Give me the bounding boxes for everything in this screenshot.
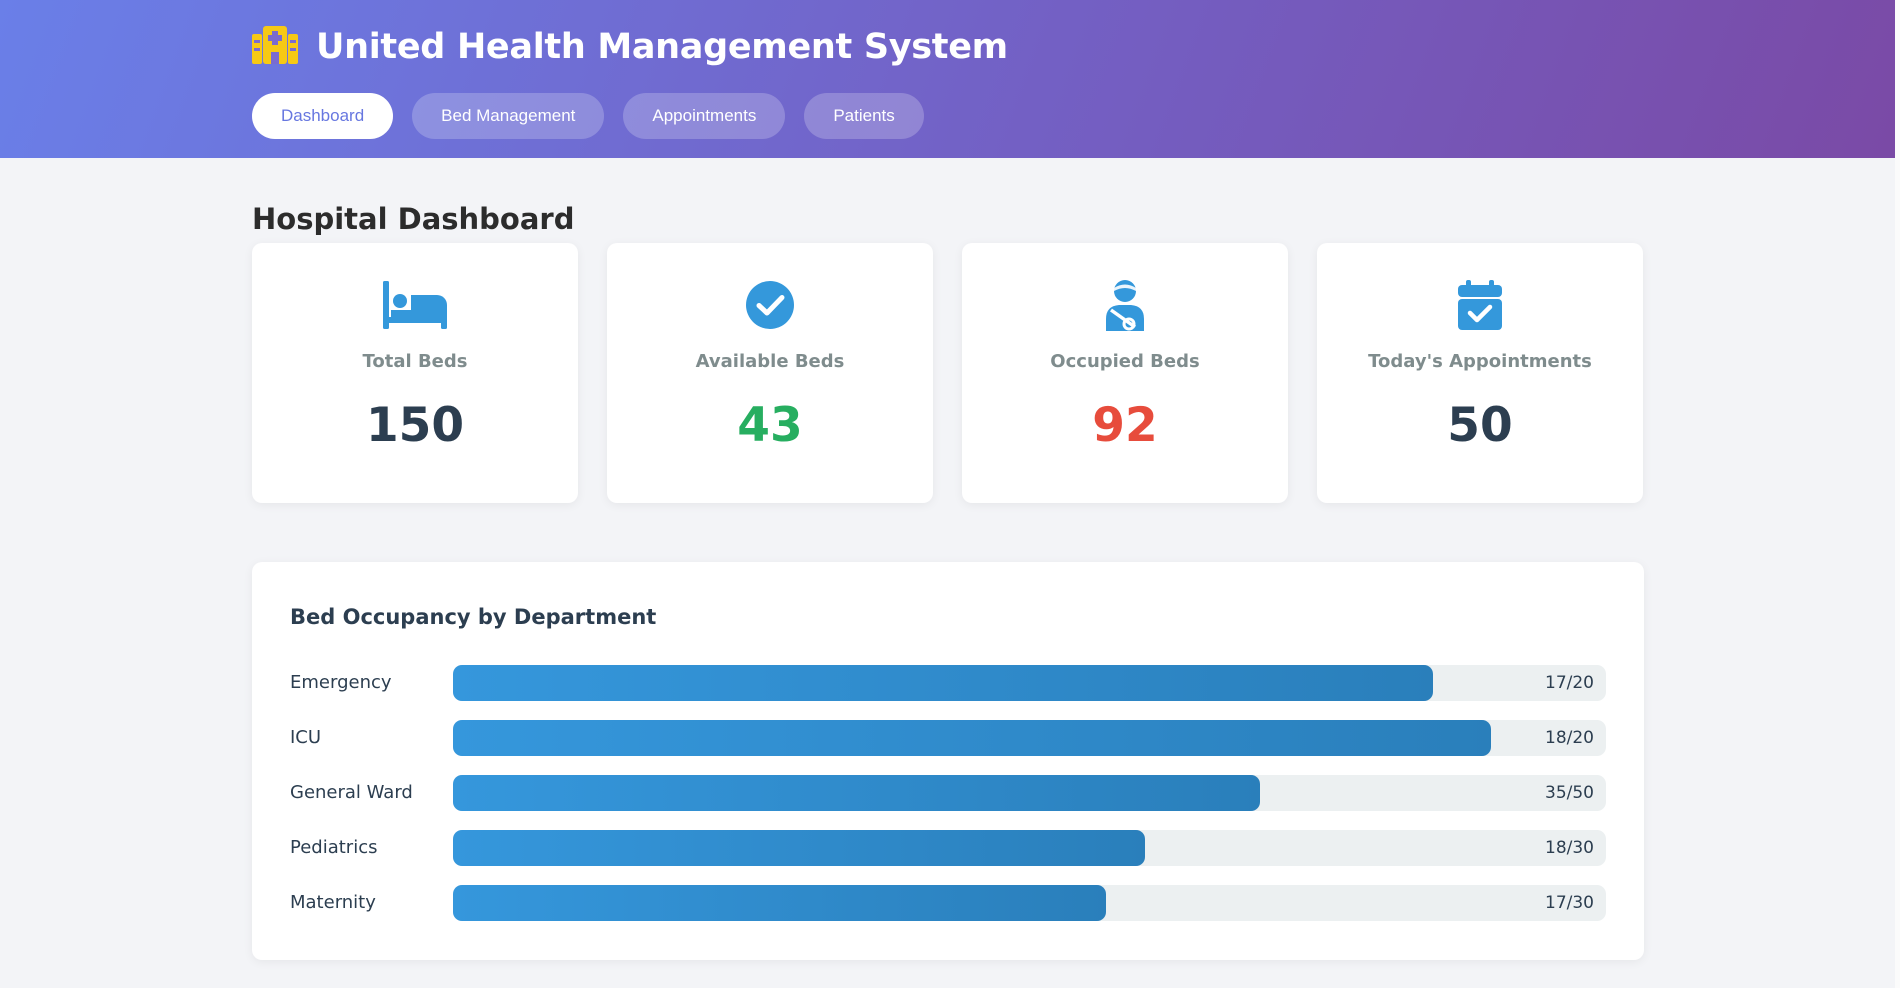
occupancy-row-maternity: Maternity 17/30 [290, 885, 1606, 921]
stat-value-available-beds: 43 [737, 398, 803, 453]
stat-card-available-beds: Available Beds 43 [607, 243, 933, 503]
injured-patient-icon [962, 278, 1288, 332]
occupancy-count: 17/30 [1545, 893, 1594, 913]
occupancy-bar-track: 17/20 [453, 665, 1606, 701]
tab-dashboard[interactable]: Dashboard [252, 93, 394, 139]
check-circle-icon [607, 278, 933, 332]
occupancy-count: 18/30 [1545, 838, 1594, 858]
stat-card-occupied-beds: Occupied Beds 92 [962, 243, 1288, 503]
stat-card-total-beds: Total Beds 150 [252, 243, 578, 503]
brand: United Health Management System [252, 26, 1008, 68]
stat-value-todays-appointments: 50 [1447, 398, 1513, 453]
tab-bed-management[interactable]: Bed Management [412, 93, 605, 139]
occupancy-panel: Bed Occupancy by Department Emergency 17… [252, 562, 1644, 960]
stat-value-occupied-beds: 92 [1092, 398, 1158, 453]
department-label: Emergency [290, 672, 392, 693]
stat-label: Available Beds [695, 351, 845, 372]
occupancy-bar-track: 18/20 [453, 720, 1606, 756]
tab-appointments[interactable]: Appointments [623, 93, 786, 139]
calendar-check-icon [1317, 278, 1643, 332]
occupancy-count: 18/20 [1545, 728, 1594, 748]
occupancy-bar-fill [453, 885, 1107, 921]
stat-label: Total Beds [362, 351, 468, 372]
stat-value-total-beds: 150 [365, 398, 465, 453]
occupancy-bar-fill [453, 720, 1491, 756]
bed-icon [252, 278, 578, 332]
stat-label: Occupied Beds [1050, 351, 1200, 372]
stat-label: Today's Appointments [1368, 351, 1592, 372]
tab-patients[interactable]: Patients [804, 93, 924, 139]
occupancy-row-pediatrics: Pediatrics 18/30 [290, 830, 1606, 866]
department-label: ICU [290, 727, 322, 748]
occupancy-count: 17/20 [1545, 673, 1594, 693]
occupancy-bar-fill [453, 830, 1145, 866]
app-title: United Health Management System [316, 27, 1008, 67]
occupancy-bar-fill [453, 775, 1261, 811]
occupancy-bar-track: 18/30 [453, 830, 1606, 866]
app-header: United Health Management System Dashboar… [0, 0, 1895, 158]
occupancy-bar-track: 35/50 [453, 775, 1606, 811]
page-title: Hospital Dashboard [252, 202, 575, 236]
occupancy-count: 35/50 [1545, 783, 1594, 803]
occupancy-title: Bed Occupancy by Department [290, 605, 657, 629]
window-edge [1895, 0, 1900, 988]
hospital-icon [252, 26, 298, 68]
department-label: General Ward [290, 782, 413, 803]
stat-card-todays-appointments: Today's Appointments 50 [1317, 243, 1643, 503]
department-label: Maternity [290, 892, 376, 913]
occupancy-bar-track: 17/30 [453, 885, 1606, 921]
occupancy-row-general-ward: General Ward 35/50 [290, 775, 1606, 811]
occupancy-bar-fill [453, 665, 1434, 701]
department-label: Pediatrics [290, 837, 378, 858]
occupancy-row-emergency: Emergency 17/20 [290, 665, 1606, 701]
main-nav: Dashboard Bed Management Appointments Pa… [252, 93, 943, 139]
occupancy-row-icu: ICU 18/20 [290, 720, 1606, 756]
